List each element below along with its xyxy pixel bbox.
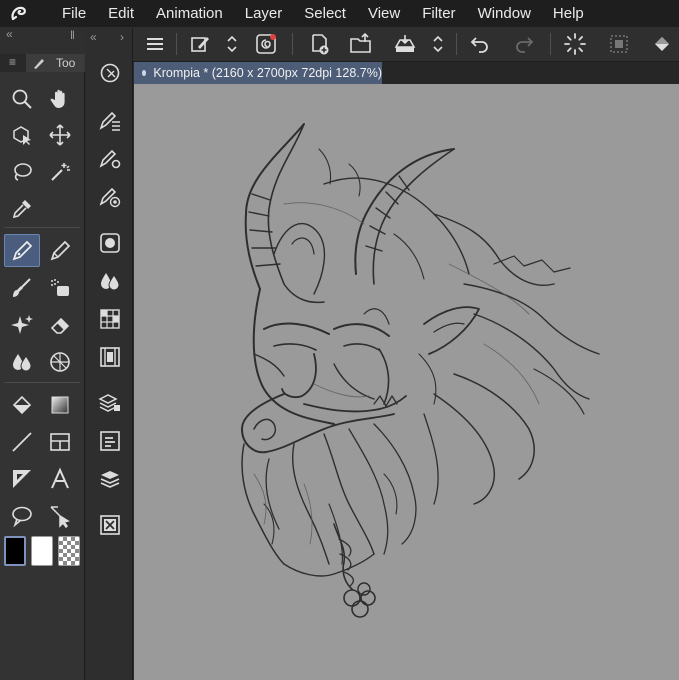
loading-spinner-icon[interactable] <box>560 30 590 58</box>
balloon-icon[interactable] <box>4 499 40 532</box>
tool-tab[interactable]: Too <box>26 54 85 72</box>
tool-tab-label: Too <box>56 56 76 70</box>
pen-icon[interactable] <box>4 234 40 267</box>
hand-icon[interactable] <box>42 82 78 115</box>
menu-edit[interactable]: Edit <box>97 0 145 27</box>
tool-property-icon[interactable] <box>94 144 126 174</box>
menu-filter[interactable]: Filter <box>411 0 466 27</box>
fill-bucket-icon[interactable] <box>648 30 676 58</box>
spiral-settings-icon[interactable] <box>252 30 280 58</box>
new-canvas-pen-icon[interactable] <box>186 30 214 58</box>
undo-icon[interactable] <box>466 30 494 58</box>
layer-search-icon[interactable] <box>94 426 126 456</box>
tool-palette: « ‖ ≡ Too <box>0 27 85 680</box>
zoom-icon[interactable] <box>4 82 40 115</box>
menu-layer[interactable]: Layer <box>234 0 294 27</box>
menu-help[interactable]: Help <box>542 0 595 27</box>
navigator-icon[interactable] <box>94 58 126 88</box>
modified-dot-icon <box>142 70 147 76</box>
save-export-icon[interactable] <box>390 30 420 58</box>
ruler-icon[interactable] <box>4 462 40 495</box>
layer-property-icon[interactable] <box>94 388 126 418</box>
app-logo-icon[interactable] <box>0 0 38 27</box>
clear-selection-icon[interactable] <box>604 30 634 58</box>
drawing-canvas[interactable] <box>134 84 679 680</box>
text-icon[interactable] <box>42 462 78 495</box>
menu-animation[interactable]: Animation <box>145 0 234 27</box>
correct-line-icon[interactable] <box>42 499 78 532</box>
object-select-icon[interactable] <box>4 118 40 151</box>
frame-icon[interactable] <box>42 425 78 458</box>
menu-window[interactable]: Window <box>467 0 542 27</box>
redo-icon[interactable] <box>510 30 538 58</box>
move-icon[interactable] <box>42 118 78 151</box>
sub-tool-pen-icon[interactable] <box>94 106 126 136</box>
collapse-left-icon[interactable]: « <box>6 27 13 41</box>
eyedropper-icon[interactable] <box>4 192 40 225</box>
layers-icon[interactable] <box>94 464 126 494</box>
document-tab-bar: Krompia * (2160 x 2700px 72dpi 128.7%) <box>134 62 679 84</box>
document-tab[interactable]: Krompia * (2160 x 2700px 72dpi 128.7%) <box>134 62 382 84</box>
tool-tab-strip: ≡ Too <box>0 54 85 72</box>
lasso-icon[interactable] <box>4 155 40 188</box>
hamburger-menu-icon[interactable] <box>140 30 170 58</box>
transparent-color-swatch[interactable] <box>58 536 80 566</box>
chevron-updown-icon[interactable] <box>222 30 242 58</box>
close-panel-icon[interactable] <box>94 510 126 540</box>
line-icon[interactable] <box>4 425 40 458</box>
krampus-sketch-artwork <box>241 123 600 618</box>
airbrush-icon[interactable] <box>42 271 78 304</box>
document-title: Krompia * (2160 x 2700px 72dpi 128.7%) <box>153 66 382 80</box>
color-wheel-icon[interactable] <box>94 228 126 258</box>
open-folder-icon[interactable] <box>346 30 376 58</box>
main-color-swatch[interactable] <box>4 536 26 566</box>
color-mix-icon[interactable] <box>94 266 126 296</box>
fill-icon[interactable] <box>4 388 40 421</box>
palette-header: « ‖ <box>0 27 85 46</box>
sub-color-swatch[interactable] <box>31 536 53 566</box>
gradient-icon[interactable] <box>42 388 78 421</box>
menu-bar: File Edit Animation Layer Select View Fi… <box>0 0 679 27</box>
menu-select[interactable]: Select <box>293 0 357 27</box>
brush-icon[interactable] <box>4 271 40 304</box>
menu-view[interactable]: View <box>357 0 411 27</box>
menu-lines-icon[interactable]: ≡ <box>9 55 16 69</box>
color-set-icon[interactable] <box>94 304 126 334</box>
sub-tool-panel: « › <box>86 28 133 680</box>
drag-handle-icon[interactable]: ‖ <box>70 28 75 42</box>
eraser-icon[interactable] <box>42 308 78 341</box>
expand-sub-icon[interactable]: › <box>120 30 124 44</box>
new-file-icon[interactable] <box>304 30 334 58</box>
chevron-updown-2-icon[interactable] <box>428 30 448 58</box>
pencil-icon[interactable] <box>42 234 78 267</box>
collapse-sub-icon[interactable]: « <box>90 30 97 44</box>
grid-icon[interactable] <box>42 345 78 378</box>
blend-icon[interactable] <box>4 345 40 378</box>
filmstrip-icon[interactable] <box>94 342 126 372</box>
magic-wand-icon[interactable] <box>42 155 78 188</box>
sparkle-icon[interactable] <box>4 308 40 341</box>
brush-size-icon[interactable] <box>94 182 126 212</box>
menu-file[interactable]: File <box>38 0 97 27</box>
